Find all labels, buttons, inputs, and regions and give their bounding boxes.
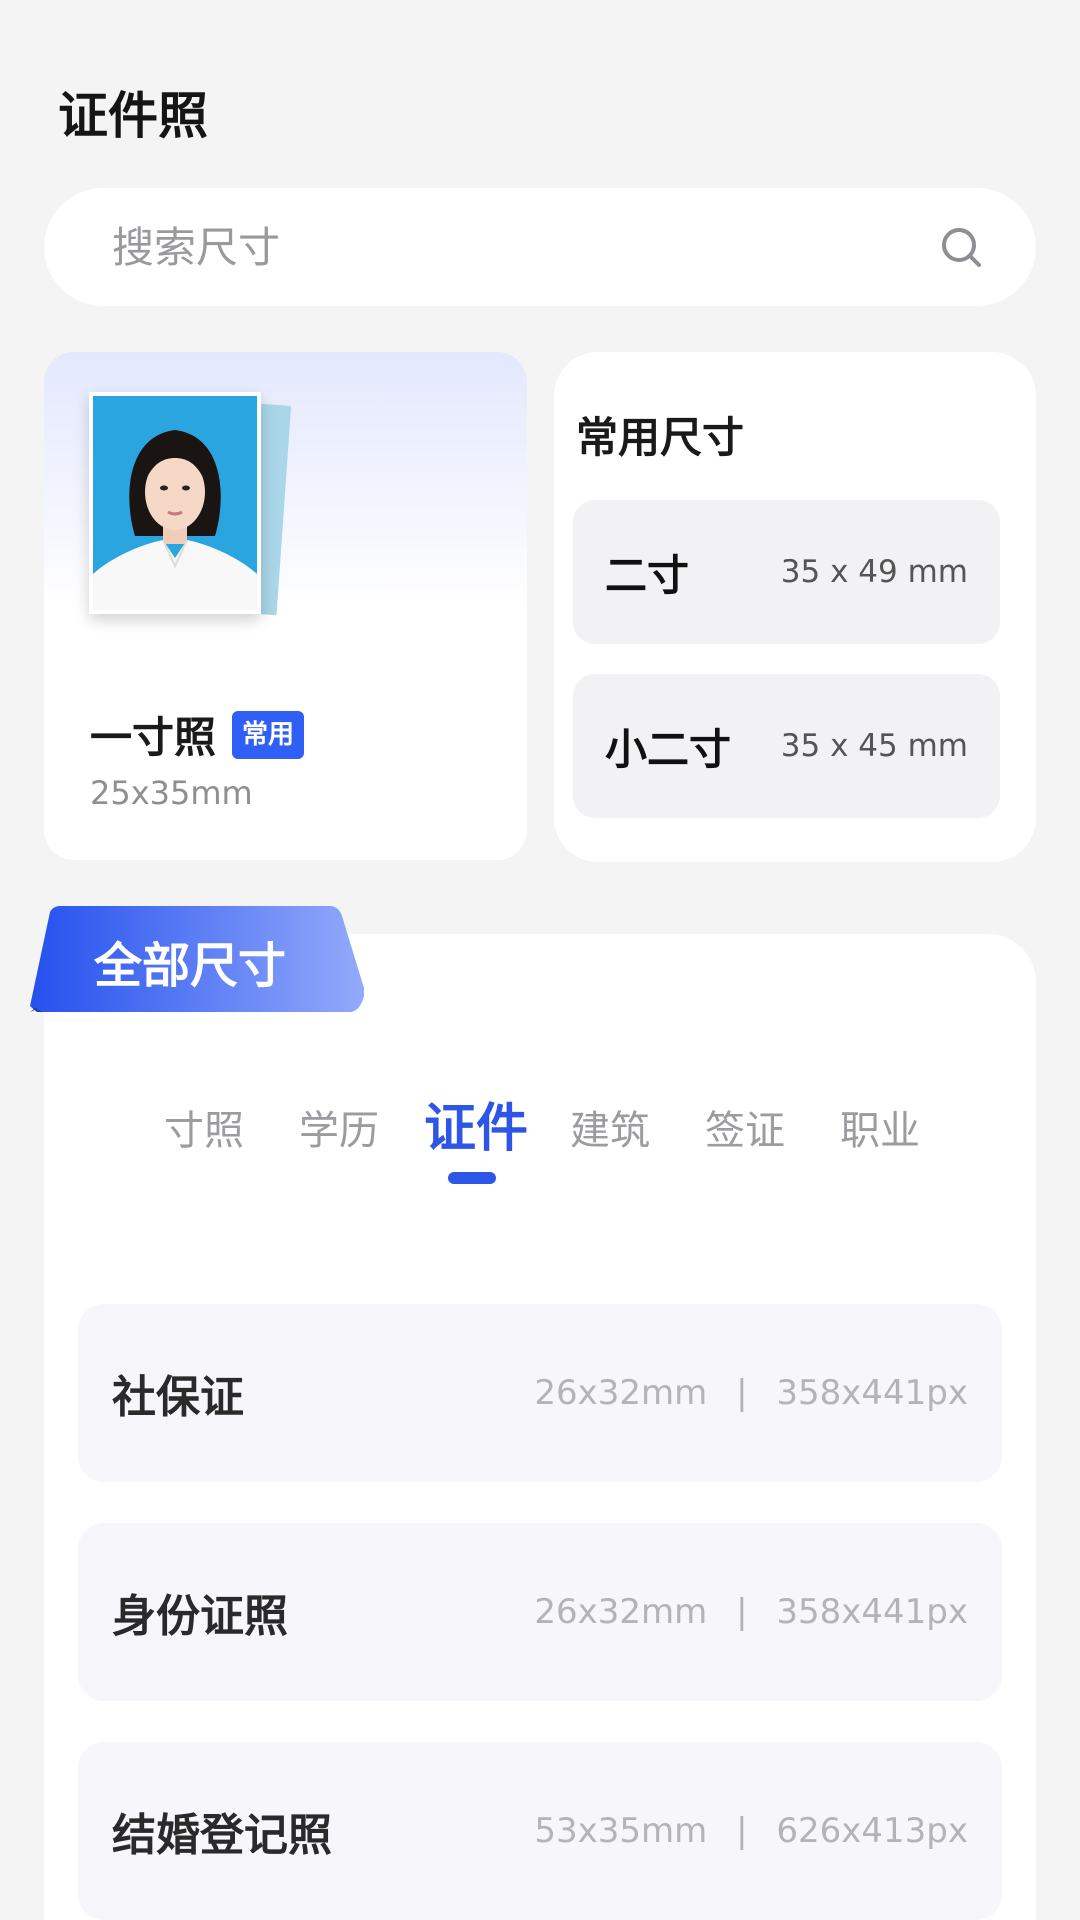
common-badge: 常用	[232, 710, 305, 759]
search-icon[interactable]	[938, 224, 984, 270]
list-item-name: 社保证	[112, 1372, 244, 1423]
category-tabs: 寸照 学历 证件 建筑 签证 职业	[132, 1086, 942, 1186]
tab-inch-photo[interactable]: 寸照	[164, 1098, 244, 1156]
tab-documents[interactable]: 证件	[424, 1086, 528, 1161]
spec-separator: |	[736, 1373, 748, 1413]
size-option-2-inch[interactable]: 二寸 35 x 49 mm	[573, 500, 1000, 644]
common-sizes-card: 常用尺寸 二寸 35 x 49 mm 小二寸 35 x 45 mm	[554, 352, 1036, 862]
list-item-social-security[interactable]: 社保证 26x32mm | 358x441px	[78, 1304, 1002, 1482]
size-option-name: 小二寸	[605, 724, 732, 774]
featured-size-name: 一寸照	[90, 713, 217, 762]
list-item-spec: 26x32mm | 358x441px	[534, 1592, 968, 1632]
id-photo-stack	[84, 392, 294, 622]
all-sizes-title: 全部尺寸	[94, 938, 287, 994]
tab-occupation[interactable]: 职业	[840, 1098, 920, 1156]
spec-mm: 53x35mm	[534, 1811, 708, 1851]
search-input[interactable]	[112, 222, 938, 272]
list-item-id-card[interactable]: 身份证照 26x32mm | 358x441px	[78, 1523, 1002, 1701]
active-tab-indicator	[448, 1172, 496, 1184]
search-bar[interactable]	[44, 188, 1036, 306]
spec-mm: 26x32mm	[534, 1592, 708, 1632]
list-item-name: 结婚登记照	[112, 1810, 332, 1861]
size-option-name: 二寸	[605, 550, 690, 600]
spec-separator: |	[736, 1592, 748, 1632]
spec-separator: |	[736, 1811, 748, 1851]
tab-education[interactable]: 学历	[299, 1098, 379, 1156]
common-sizes-title: 常用尺寸	[576, 413, 745, 462]
tab-visa[interactable]: 签证	[705, 1098, 785, 1156]
list-item-name: 身份证照	[112, 1591, 288, 1642]
spec-px: 626x413px	[776, 1811, 968, 1851]
spec-mm: 26x32mm	[534, 1373, 708, 1413]
screen: 证件照 搜索尺寸 一寸照 常用 25x35mm 常用尺寸 二寸 35 x 49 …	[0, 0, 1080, 1920]
list-item-marriage[interactable]: 结婚登记照 53x35mm | 626x413px	[78, 1742, 1002, 1920]
featured-size-card[interactable]: 一寸照 常用 25x35mm	[44, 352, 527, 860]
spec-px: 358x441px	[776, 1592, 968, 1632]
featured-size-dims: 25x35mm	[90, 774, 253, 812]
featured-size-title: 一寸照 常用	[90, 704, 305, 765]
list-item-spec: 26x32mm | 358x441px	[534, 1373, 968, 1413]
page-title: 证件照	[58, 87, 208, 145]
size-option-small-2-inch[interactable]: 小二寸 35 x 45 mm	[573, 674, 1000, 818]
size-option-dims: 35 x 45 mm	[780, 728, 968, 764]
list-item-spec: 53x35mm | 626x413px	[534, 1811, 968, 1851]
spec-px: 358x441px	[776, 1373, 968, 1413]
size-option-dims: 35 x 49 mm	[780, 554, 968, 590]
sample-id-photo	[89, 392, 261, 614]
all-sizes-ribbon: 全部尺寸	[30, 906, 364, 1012]
tab-construction[interactable]: 建筑	[570, 1098, 650, 1156]
